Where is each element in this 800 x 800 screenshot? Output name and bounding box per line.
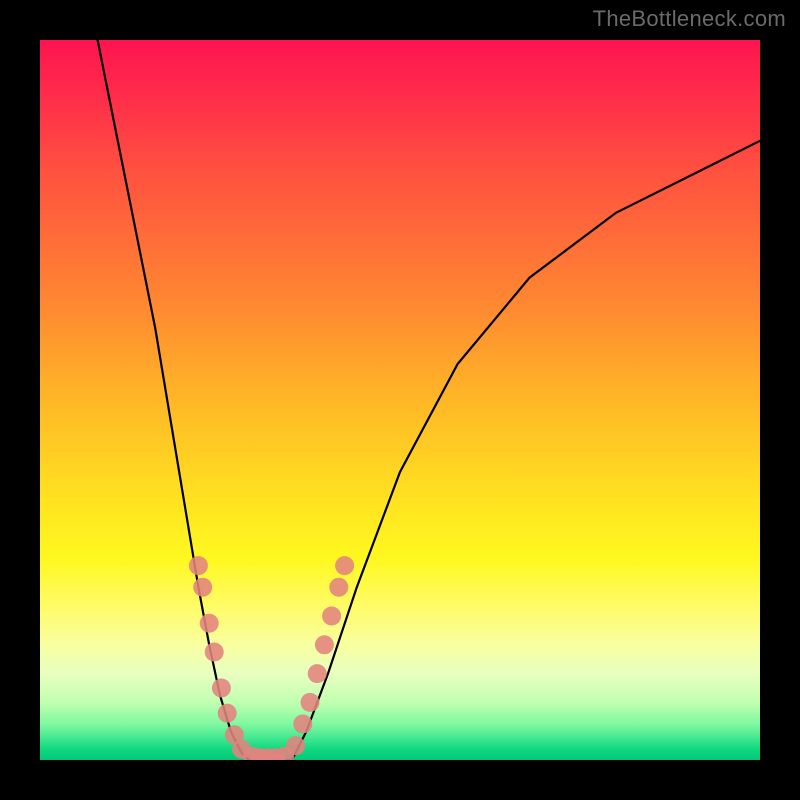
data-point bbox=[200, 614, 219, 633]
data-point bbox=[212, 679, 231, 698]
data-point bbox=[308, 664, 327, 683]
data-point bbox=[301, 693, 320, 712]
data-point bbox=[205, 643, 224, 662]
data-point bbox=[193, 578, 212, 597]
watermark-text: TheBottleneck.com bbox=[593, 6, 786, 32]
data-point bbox=[218, 704, 237, 723]
data-beads bbox=[189, 556, 354, 760]
bottleneck-curve bbox=[98, 40, 760, 760]
data-point bbox=[335, 556, 354, 575]
data-point bbox=[293, 715, 312, 734]
data-point bbox=[315, 635, 334, 654]
data-point bbox=[322, 607, 341, 626]
data-point bbox=[189, 556, 208, 575]
chart-frame: TheBottleneck.com bbox=[0, 0, 800, 800]
plot-area bbox=[40, 40, 760, 760]
data-point bbox=[286, 736, 305, 755]
curve-layer bbox=[40, 40, 760, 760]
data-point bbox=[329, 578, 348, 597]
